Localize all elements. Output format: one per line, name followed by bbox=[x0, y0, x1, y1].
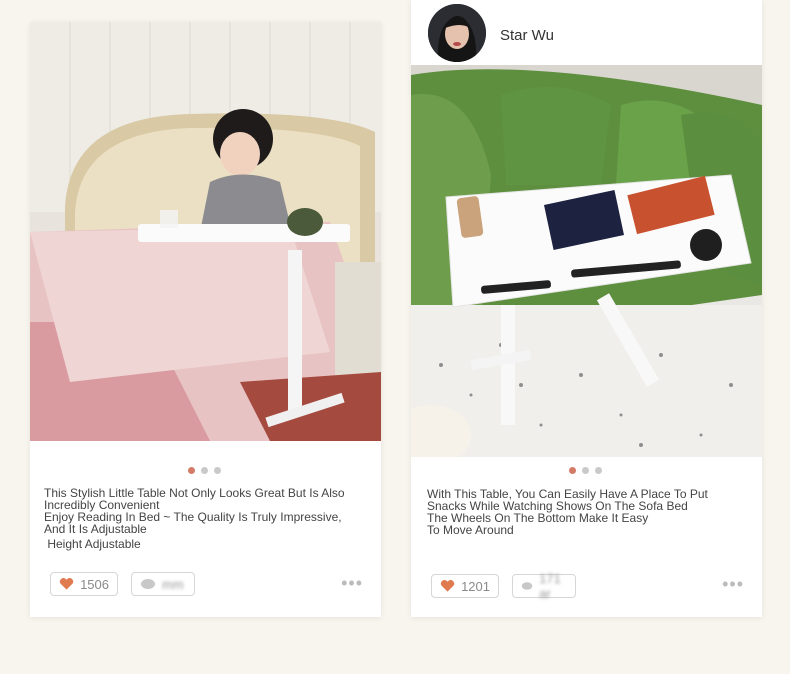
carousel-dot[interactable] bbox=[214, 467, 221, 474]
post-card[interactable]: Star Wu With This Table, You Can Easily … bbox=[411, 0, 762, 617]
comment-button[interactable]: 171 ar bbox=[512, 571, 576, 601]
post-caption: With This Table, You Can Easily Have A P… bbox=[427, 488, 747, 536]
heart-icon bbox=[440, 580, 455, 592]
comment-count: 171 ar bbox=[539, 571, 561, 601]
like-button[interactable]: 1201 bbox=[431, 574, 499, 598]
post-actions: 1201 171 ar bbox=[431, 571, 576, 601]
carousel-dots[interactable] bbox=[569, 467, 602, 474]
post-card[interactable]: This Stylish Little Table Not Only Looks… bbox=[30, 22, 381, 617]
like-count: 1201 bbox=[461, 578, 490, 594]
heart-icon bbox=[59, 578, 74, 590]
caption-line: To Move Around bbox=[427, 523, 514, 537]
like-count: 1506 bbox=[80, 576, 109, 592]
carousel-dot[interactable] bbox=[201, 467, 208, 474]
more-options-button[interactable]: ••• bbox=[341, 573, 363, 594]
comment-icon bbox=[141, 579, 155, 589]
comment-count: mm bbox=[162, 576, 184, 592]
comment-icon bbox=[521, 582, 533, 590]
post-image[interactable] bbox=[411, 65, 762, 457]
more-options-button[interactable]: ••• bbox=[722, 574, 744, 595]
post-caption: This Stylish Little Table Not Only Looks… bbox=[44, 487, 364, 550]
author-name[interactable]: Star Wu bbox=[500, 27, 554, 44]
comment-button[interactable]: mm bbox=[131, 572, 195, 596]
carousel-dot[interactable] bbox=[595, 467, 602, 474]
post-actions: 1506 mm bbox=[50, 572, 195, 596]
caption-line: And It Is Adjustable bbox=[44, 522, 147, 536]
post-image[interactable] bbox=[30, 22, 381, 441]
post-author[interactable]: Star Wu bbox=[411, 0, 762, 65]
avatar[interactable] bbox=[428, 4, 486, 62]
carousel-dots[interactable] bbox=[188, 467, 221, 474]
carousel-dot[interactable] bbox=[582, 467, 589, 474]
caption-line: Height Adjustable bbox=[44, 537, 141, 551]
carousel-dot[interactable] bbox=[569, 467, 576, 474]
like-button[interactable]: 1506 bbox=[50, 572, 118, 596]
carousel-dot[interactable] bbox=[188, 467, 195, 474]
